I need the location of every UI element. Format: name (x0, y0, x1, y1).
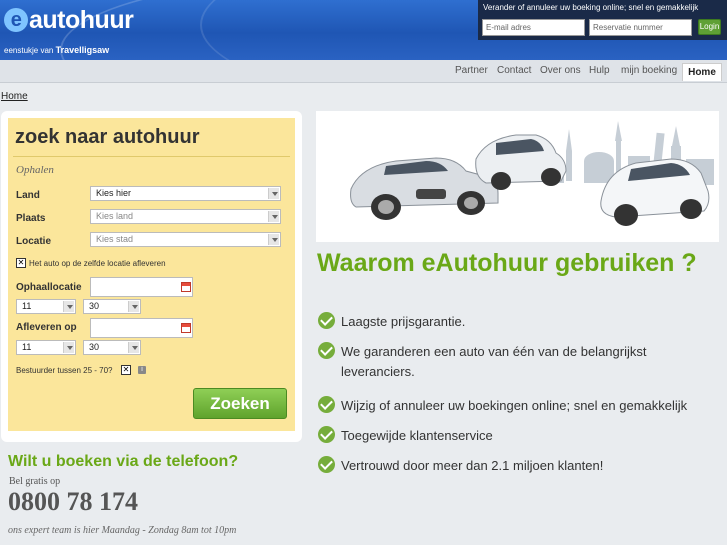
pickup-day-select[interactable]: 11 (16, 299, 76, 314)
check-icon (318, 312, 335, 329)
benefit-text: Vertrouwd door meer dan 2.1 miljoen klan… (341, 458, 604, 473)
chevron-down-icon (63, 301, 74, 312)
pickup-month-select[interactable]: 30 (83, 299, 141, 314)
check-icon (318, 456, 335, 473)
phone-number: 0800 78 174 (8, 487, 138, 516)
locatie-select[interactable]: Kies stad (90, 232, 281, 247)
locatie-label: Locatie (16, 236, 52, 247)
plaats-label: Plaats (16, 213, 46, 224)
nav-item-contact[interactable]: Contact (497, 65, 531, 76)
nav-item-partner[interactable]: Partner (455, 65, 488, 76)
pickup-section-label: Ophalen (16, 164, 54, 176)
login-button[interactable]: Login (698, 19, 721, 35)
land-label: Land (16, 190, 40, 201)
nav-item-hulp[interactable]: Hulp (589, 65, 610, 76)
main-nav: Partner Contact Over ons Hulp mijn boeki… (0, 60, 727, 83)
nav-item-home[interactable]: Home (682, 63, 722, 81)
nav-item-mijn-boeking[interactable]: mijn boeking (621, 65, 677, 76)
site-logo[interactable]: e autohuur (4, 6, 134, 35)
login-title: Verander of annuleer uw boeking online; … (483, 3, 699, 12)
chevron-down-icon (268, 188, 279, 199)
phone-subtitle: Bel gratis op (9, 476, 61, 487)
dropoff-day-select[interactable]: 11 (16, 340, 76, 355)
search-button[interactable]: Zoeken (193, 388, 287, 419)
chevron-down-icon (63, 342, 74, 353)
logo-e-icon: e (4, 8, 28, 32)
check-icon (318, 396, 335, 413)
logo-text: autohuur (29, 6, 134, 34)
dropoff-date-input[interactable] (90, 318, 193, 338)
benefit-text: We garanderen een auto van één van de be… (341, 344, 647, 379)
check-icon (318, 426, 335, 443)
benefit-text: Laagste prijsgarantie. (341, 314, 466, 329)
site-header: e autohuur eenstukje van Travelligsaw Ver… (0, 0, 727, 60)
hero-image (316, 111, 719, 242)
pickup-date-input[interactable] (90, 277, 193, 297)
pickup-date-label: Ophaallocatie (16, 282, 82, 293)
benefit-text: Toegewijde klantenservice (341, 428, 493, 443)
email-field[interactable]: E-mail adres (482, 19, 585, 36)
chevron-down-icon (268, 211, 279, 222)
same-location-checkbox[interactable]: ✕ (16, 258, 26, 268)
why-title: Waarom eAutohuur gebruiken ? (317, 249, 697, 277)
phone-hours: ons expert team is hier Maandag - Zondag… (8, 525, 237, 536)
check-icon (318, 342, 335, 359)
divider (13, 156, 290, 157)
driver-age-checkbox[interactable]: ✕ (121, 365, 131, 375)
breadcrumb[interactable]: Home (1, 91, 28, 102)
dropoff-date-label: Afleveren op (16, 322, 77, 333)
info-icon[interactable]: i (138, 366, 146, 374)
calendar-icon[interactable] (181, 282, 191, 292)
dropoff-month-select[interactable]: 30 (83, 340, 141, 355)
search-title: zoek naar autohuur (15, 126, 200, 148)
benefit-text: Wijzig of annuleer uw boekingen online; … (341, 398, 688, 413)
chevron-down-icon (128, 342, 139, 353)
plaats-select[interactable]: Kies land (90, 209, 281, 224)
chevron-down-icon (268, 234, 279, 245)
same-location-label: Het auto op de zelfde locatie afleveren (29, 259, 166, 268)
nav-item-over-ons[interactable]: Over ons (540, 65, 581, 76)
land-select[interactable]: Kies hier (90, 186, 281, 201)
reservation-number-field[interactable]: Reservatie nummer (589, 19, 692, 36)
driver-age-label: Bestuurder tussen 25 - 70? (16, 366, 113, 375)
phone-title: Wilt u boeken via de telefoon? (8, 453, 239, 470)
calendar-icon[interactable] (181, 323, 191, 333)
cars-landmarks-illustration (350, 121, 714, 226)
chevron-down-icon (128, 301, 139, 312)
logo-tagline: eenstukje van Travelligsaw (4, 45, 110, 55)
